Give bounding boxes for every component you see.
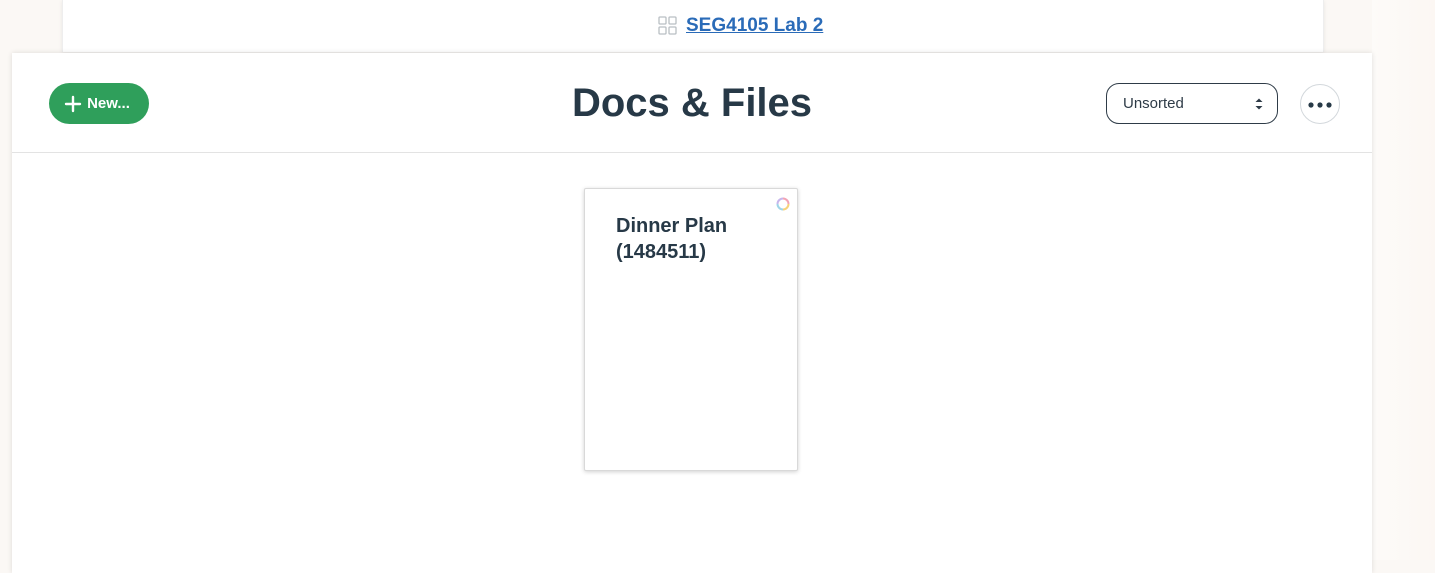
sort-arrows-icon	[1254, 96, 1264, 112]
more-options-button[interactable]	[1300, 84, 1340, 124]
sort-select-value: Unsorted	[1123, 95, 1184, 112]
sort-select[interactable]: Unsorted	[1106, 83, 1278, 124]
project-header-bar: SEG4105 Lab 2	[62, 0, 1324, 52]
breadcrumb: SEG4105 Lab 2	[658, 14, 823, 38]
loading-ring-icon	[776, 197, 790, 211]
document-card[interactable]: Dinner Plan (1484511)	[584, 188, 798, 471]
panel-header: New... Docs & Files Unsorted	[12, 53, 1372, 153]
page-background-edge	[1372, 0, 1435, 560]
docs-files-panel: New... Docs & Files Unsorted Dinner Plan…	[12, 53, 1372, 573]
grid-icon	[658, 16, 678, 36]
project-link[interactable]: SEG4105 Lab 2	[686, 15, 823, 37]
ellipsis-icon	[1308, 95, 1332, 113]
document-title: Dinner Plan (1484511)	[616, 215, 728, 263]
